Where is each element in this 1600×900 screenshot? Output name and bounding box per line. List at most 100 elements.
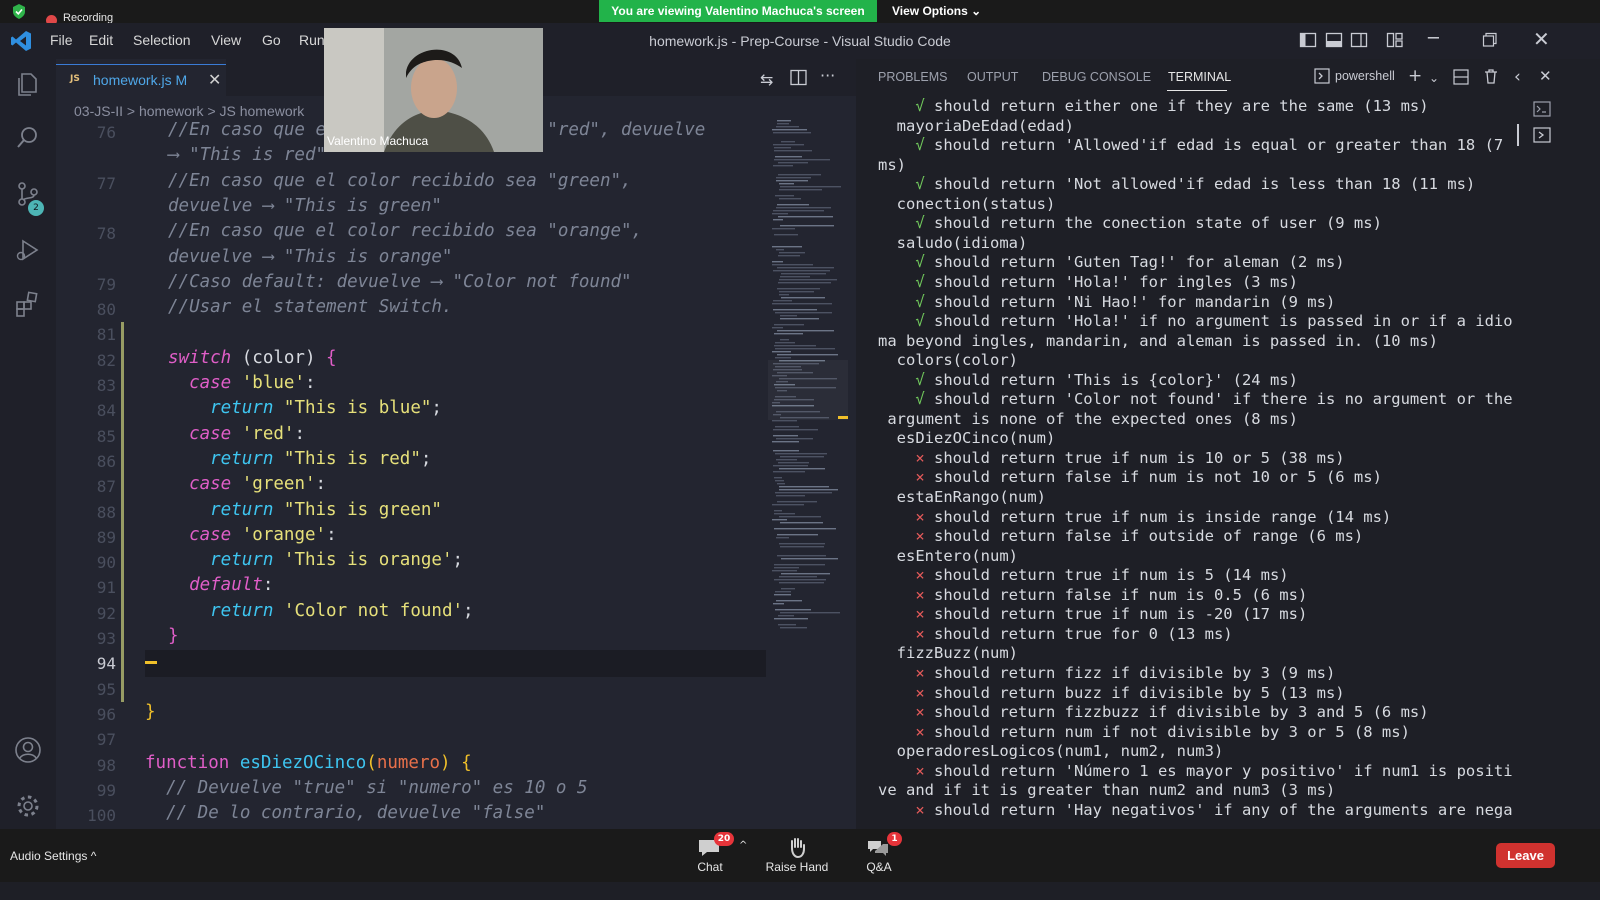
code-line[interactable]: return "This is green": [168, 500, 442, 520]
test-fail-icon: ×: [915, 722, 925, 741]
code-token: ;: [431, 398, 442, 419]
compare-changes-icon[interactable]: ⇆: [760, 70, 773, 89]
code-token: return: [168, 448, 284, 469]
code-line[interactable]: case 'orange':: [168, 525, 337, 545]
raise-hand-icon[interactable]: [787, 836, 807, 858]
code-line[interactable]: return 'Color not found';: [168, 601, 473, 621]
code-line[interactable]: //Caso default: devuelve ⟶ "Color not fo…: [168, 272, 632, 292]
code-line[interactable]: //En caso que el color recibido sea "gre…: [168, 171, 632, 191]
code-line[interactable]: // De lo contrario, devuelve "false": [145, 803, 545, 823]
chevron-down-icon[interactable]: ⌄: [1429, 71, 1439, 85]
terminal-indent: [878, 312, 915, 330]
toggle-secondary-sidebar-icon[interactable]: [1350, 31, 1368, 49]
customize-layout-icon[interactable]: [1386, 31, 1404, 49]
code-line[interactable]: return "This is blue";: [168, 398, 442, 418]
code-line[interactable]: //Usar el statement Switch.: [168, 297, 452, 317]
code-line[interactable]: // Devuelve "true" si "numero" es 10 o 5: [145, 778, 587, 798]
terminal-indent: [878, 449, 915, 467]
terminal-line: ms): [878, 156, 906, 174]
code-token: numero: [376, 752, 441, 773]
minimap-line: [777, 204, 809, 206]
code-token: ) {: [440, 752, 472, 773]
terminal-indent: [878, 136, 915, 154]
minimap-line: [775, 195, 794, 197]
minimap-line: [777, 501, 817, 503]
terminal-indent: [878, 566, 915, 584]
explorer-icon[interactable]: [14, 70, 42, 98]
more-actions-icon[interactable]: ···: [820, 66, 835, 85]
minimap-line: [775, 480, 784, 482]
view-options-button[interactable]: View Options ⌄: [892, 0, 981, 22]
qa-icon[interactable]: [867, 839, 889, 857]
chat-chevron-up-icon[interactable]: ^: [739, 840, 747, 851]
minimap-line: [775, 426, 799, 428]
code-line[interactable]: case 'blue':: [168, 373, 315, 393]
terminal-text: esEntero(num): [896, 546, 1018, 565]
minimap-line: [779, 582, 824, 584]
terminal-line: × should return false if num is not 10 o…: [878, 468, 1382, 486]
close-panel-icon[interactable]: ✕: [1539, 67, 1552, 85]
line-number: 90: [96, 553, 116, 573]
terminal-indent: [878, 390, 915, 408]
terminal-line: √ should return 'Guten Tag!' for aleman …: [878, 253, 1344, 271]
tab-output[interactable]: OUTPUT: [967, 70, 1018, 84]
code-line[interactable]: case 'red':: [168, 424, 305, 444]
line-number: 95: [96, 679, 116, 699]
code-token: 'green': [241, 474, 316, 495]
terminal-indent: [878, 527, 915, 545]
chat-button[interactable]: Chat: [690, 860, 730, 874]
breadcrumb[interactable]: 03-JS-II > homework > JS homework: [74, 103, 304, 119]
terminal-instance-icon[interactable]: [1533, 101, 1551, 117]
terminal-indent: [878, 234, 897, 252]
tab-terminal[interactable]: TERMINAL: [1168, 70, 1231, 84]
search-icon[interactable]: [14, 124, 42, 152]
code-line[interactable]: ⟶ "This is red": [168, 145, 326, 165]
run-debug-icon[interactable]: [14, 236, 42, 264]
tab-debug-console[interactable]: DEBUG CONSOLE: [1042, 70, 1151, 84]
code-line[interactable]: devuelve ⟶ "This is orange": [168, 247, 452, 267]
code-line[interactable]: }: [168, 626, 179, 646]
terminal-text: should return the conection state of use…: [924, 214, 1382, 233]
terminal-line: × should return num if not divisible by …: [878, 723, 1410, 741]
terminal-line: √ should return 'Ni Hao!' for mandarin (…: [878, 293, 1335, 311]
code-line[interactable]: case 'green':: [168, 474, 326, 494]
toggle-panel-icon[interactable]: [1325, 31, 1343, 49]
code-line[interactable]: }: [145, 702, 156, 722]
new-terminal-icon[interactable]: +: [1408, 66, 1422, 86]
minimap[interactable]: [768, 120, 848, 640]
close-window-icon[interactable]: ✕: [1533, 27, 1550, 51]
chevron-left-icon[interactable]: ‹: [1514, 67, 1521, 87]
extensions-icon[interactable]: [14, 290, 42, 318]
minimap-line: [779, 516, 821, 518]
restore-icon[interactable]: [1481, 31, 1499, 49]
code-line[interactable]: //En caso que el color recibido sea "ora…: [168, 221, 642, 241]
minimize-icon[interactable]: ─: [1428, 28, 1439, 49]
trash-icon[interactable]: [1483, 68, 1499, 85]
close-tab-icon[interactable]: ✕: [208, 70, 221, 89]
test-fail-icon: ×: [915, 448, 925, 467]
code-line[interactable]: return 'This is orange';: [168, 550, 463, 570]
terminal-instance-active-icon[interactable]: [1533, 127, 1551, 143]
shell-label[interactable]: powershell: [1335, 69, 1395, 83]
raise-hand-button[interactable]: Raise Hand: [760, 860, 834, 874]
toggle-sidebar-icon[interactable]: [1299, 31, 1317, 49]
code-line[interactable]: function esDiezOCinco(numero) {: [145, 753, 472, 773]
terminal-text: estaEnRango(num): [896, 488, 1046, 506]
qa-button[interactable]: Q&A: [860, 860, 898, 874]
tab-label[interactable]: homework.js M: [93, 72, 187, 88]
terminal-line: × should return true if num is 5 (14 ms): [878, 566, 1288, 584]
leave-button[interactable]: Leave: [1496, 843, 1555, 868]
code-line[interactable]: return "This is red";: [168, 449, 431, 469]
settings-gear-icon[interactable]: [14, 792, 42, 820]
code-line[interactable]: devuelve ⟶ "This is green": [168, 196, 442, 216]
code-line[interactable]: default:: [168, 575, 273, 595]
test-fail-icon: ×: [915, 683, 925, 702]
tab-problems[interactable]: PROBLEMS: [878, 70, 947, 84]
minimap-line: [780, 225, 834, 227]
code-line[interactable]: switch (color) {: [168, 348, 337, 368]
split-editor-icon[interactable]: [790, 69, 807, 86]
split-terminal-icon[interactable]: [1453, 69, 1469, 85]
audio-settings-button[interactable]: Audio Settings ^: [10, 849, 96, 863]
minimap-line: [776, 438, 813, 440]
accounts-icon[interactable]: [14, 736, 42, 764]
